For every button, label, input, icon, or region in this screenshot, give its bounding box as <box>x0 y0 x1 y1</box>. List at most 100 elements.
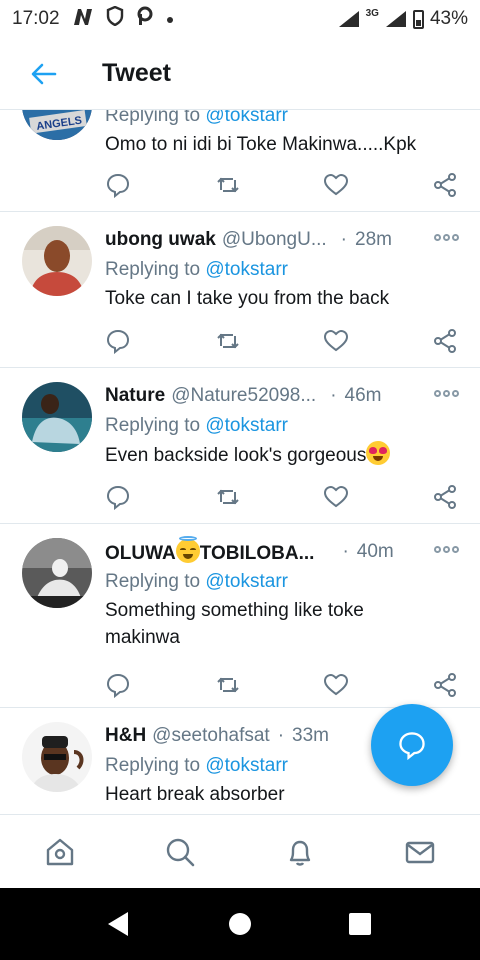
avatar[interactable] <box>22 226 92 296</box>
avatar[interactable] <box>22 382 92 452</box>
system-home-icon[interactable] <box>229 913 251 935</box>
tweet-body: ubong uwak @UbongU... · 28m Replying to … <box>105 226 460 312</box>
tweet-text: Even backside look's gorgeous <box>105 445 367 466</box>
comment-icon <box>106 485 130 511</box>
status-bar-left: 17:02 <box>12 5 174 32</box>
clock: 17:02 <box>12 8 60 29</box>
display-name[interactable]: Nature <box>105 385 165 407</box>
battery-icon <box>412 9 424 29</box>
like-button[interactable] <box>323 484 349 510</box>
share-icon <box>434 485 456 509</box>
heart-icon <box>323 673 349 696</box>
nav-messages[interactable] <box>400 832 440 872</box>
system-navigation-bar <box>0 888 480 960</box>
separator-dot: · <box>340 229 347 250</box>
compose-reply-button[interactable] <box>371 704 453 786</box>
envelope-icon <box>405 841 435 863</box>
share-button[interactable] <box>432 672 458 698</box>
comment-icon <box>106 673 130 699</box>
retweet-icon <box>217 489 239 505</box>
search-icon <box>166 838 195 866</box>
reply-mention-link[interactable]: @tokstarr <box>205 415 288 436</box>
home-icon <box>46 838 74 865</box>
tweet-actions <box>105 172 460 202</box>
reply-button[interactable] <box>105 672 131 699</box>
tweet-body: OLUWA TOBILOBA... · 40m Replying to @toks… <box>105 536 460 651</box>
more-options-icon[interactable] <box>434 546 460 558</box>
avatar[interactable] <box>22 722 92 792</box>
replying-label: Replying to <box>105 571 201 592</box>
reply-mention-link[interactable]: @tokstarr <box>205 259 288 280</box>
tweet-time: 28m <box>355 229 392 250</box>
display-name[interactable]: OLUWA TOBILOBA... <box>105 536 315 565</box>
retweet-icon <box>217 177 239 193</box>
display-name[interactable]: ubong uwak <box>105 229 216 251</box>
replying-label: Replying to <box>105 415 201 436</box>
page-title: Tweet <box>102 59 171 87</box>
more-notifications-dot-icon <box>166 8 174 30</box>
reply-button[interactable] <box>105 328 131 355</box>
tweet-header: Nature @Nature52098... · 46m <box>105 382 460 410</box>
tweet-time: 33m <box>292 725 329 746</box>
nav-home[interactable] <box>40 832 80 872</box>
retweet-button[interactable] <box>215 328 241 354</box>
back-button[interactable] <box>24 54 64 94</box>
system-back-icon[interactable] <box>108 912 128 936</box>
tweet-time: 40m <box>356 541 394 562</box>
reply-mention-link[interactable]: @tokstarr <box>205 571 288 592</box>
retweet-button[interactable] <box>215 672 241 698</box>
reply-button[interactable] <box>105 484 131 511</box>
share-icon <box>434 329 456 353</box>
retweet-icon <box>217 677 239 693</box>
reply-button[interactable] <box>105 172 131 199</box>
tweet-item[interactable]: ANGELS Replying to @tokstarr Omo to ni i… <box>0 110 480 212</box>
share-icon <box>434 173 456 197</box>
comment-icon <box>106 173 130 199</box>
tweet-body: Replying to @tokstarr Omo to ni idi bi T… <box>105 110 460 158</box>
display-name-part: TOBILOBA... <box>199 543 315 564</box>
angel-emoji-icon <box>175 536 200 563</box>
replying-to-line: Replying to @tokstarr <box>105 410 460 441</box>
user-handle[interactable]: @UbongU... <box>222 229 327 251</box>
like-button[interactable] <box>323 328 349 354</box>
more-options-icon[interactable] <box>434 234 460 246</box>
avatar[interactable] <box>22 538 92 608</box>
heart-icon <box>323 173 349 196</box>
bell-icon <box>289 840 311 866</box>
system-recents-icon[interactable] <box>349 913 371 935</box>
tweet-item[interactable]: OLUWA TOBILOBA... · 40m Replying to @toks… <box>0 524 480 708</box>
heart-icon <box>323 485 349 508</box>
user-handle[interactable]: @Nature52098... <box>171 385 316 407</box>
like-button[interactable] <box>323 672 349 698</box>
replying-label: Replying to <box>105 110 201 126</box>
bottom-navigation <box>0 814 480 888</box>
tweet-text-line: Even backside look's gorgeous <box>105 441 460 469</box>
more-options-icon[interactable] <box>434 390 460 402</box>
user-handle[interactable]: @seetohafsat <box>152 725 270 747</box>
share-button[interactable] <box>432 484 458 510</box>
tweet-actions <box>105 484 460 514</box>
notification-n-icon <box>72 8 94 31</box>
replying-to-line: Replying to @tokstarr <box>105 110 460 131</box>
like-button[interactable] <box>323 172 349 198</box>
status-bar-right: 3G 43% <box>338 8 468 30</box>
display-name[interactable]: H&H <box>105 725 146 747</box>
battery-percent: 43% <box>429 8 468 29</box>
arrow-left-icon <box>31 63 57 84</box>
reply-mention-link[interactable]: @tokstarr <box>205 755 288 776</box>
share-button[interactable] <box>432 172 458 198</box>
status-bar: 17:02 3G 43% <box>0 0 480 38</box>
comment-icon <box>399 732 425 760</box>
share-button[interactable] <box>432 328 458 354</box>
avatar[interactable]: ANGELS <box>22 110 92 140</box>
tweet-item[interactable]: Nature @Nature52098... · 46m Replying to… <box>0 368 480 524</box>
replying-to-line: Replying to @tokstarr <box>105 254 460 285</box>
replying-label: Replying to <box>105 259 201 280</box>
reply-mention-link[interactable]: @tokstarr <box>205 110 288 126</box>
retweet-button[interactable] <box>215 172 241 198</box>
replying-to-line: Replying to @tokstarr <box>105 566 460 597</box>
nav-search[interactable] <box>160 832 200 872</box>
tweet-item[interactable]: ubong uwak @UbongU... · 28m Replying to … <box>0 212 480 368</box>
nav-notifications[interactable] <box>280 832 320 872</box>
retweet-button[interactable] <box>215 484 241 510</box>
